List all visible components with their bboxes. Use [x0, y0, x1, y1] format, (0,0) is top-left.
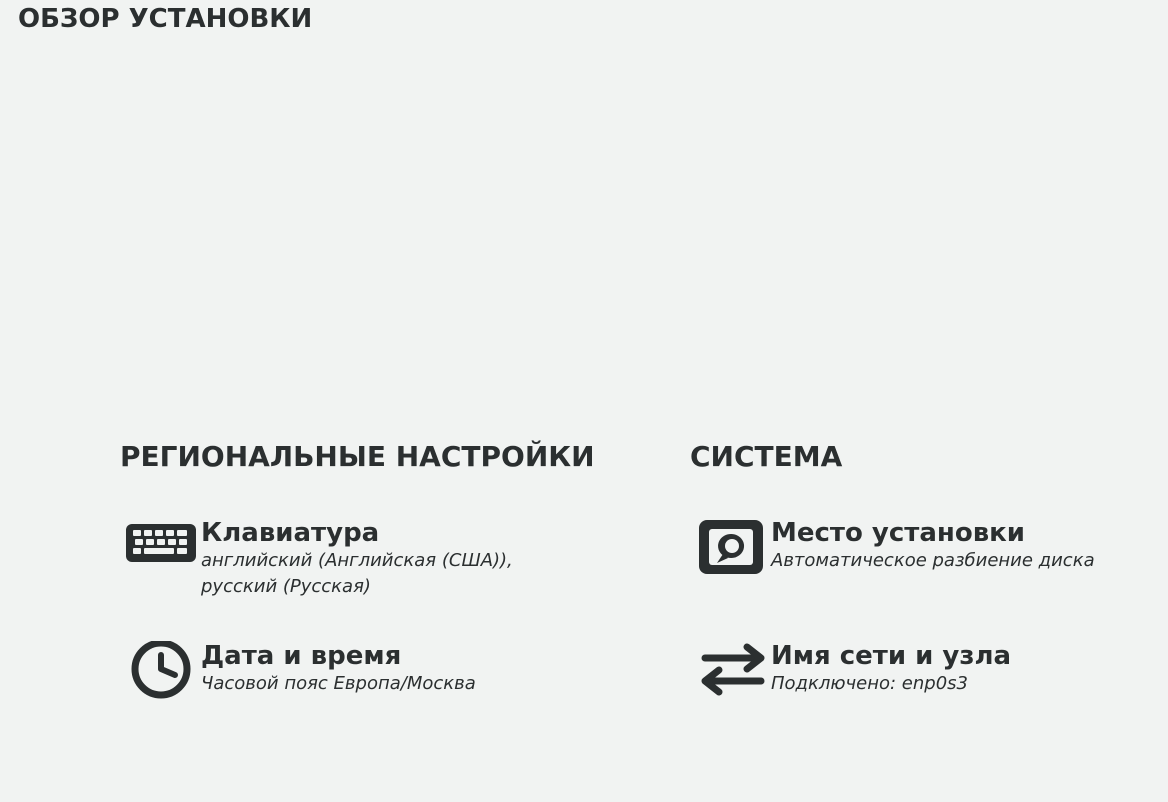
clock-icon — [125, 641, 201, 701]
spoke-status: английский (Английская (США)), русский (… — [201, 550, 513, 597]
keyboard-icon — [125, 518, 201, 578]
spoke-title: Клавиатура — [201, 518, 380, 548]
page-title: ОБЗОР УСТАНОВКИ — [18, 4, 313, 34]
spoke-title: Место установки — [771, 518, 1026, 548]
spoke-datetime[interactable]: Дата и время Часовой пояс Европа/Москва — [125, 641, 551, 701]
spoke-status: Подключено: enp0s3 — [771, 673, 968, 694]
category-title-system: СИСТЕМА — [690, 440, 843, 473]
category-title-regional: РЕГИОНАЛЬНЫЕ НАСТРОЙКИ — [120, 440, 595, 473]
spoke-status: Автоматическое разбиение диска — [771, 550, 1095, 571]
spoke-network[interactable]: Имя сети и узла Подключено: enp0s3 — [695, 641, 1121, 701]
network-arrows-icon — [695, 641, 771, 701]
hard-disk-icon — [695, 518, 771, 578]
spoke-keyboard[interactable]: Клавиатура английский (Английская (США))… — [125, 518, 551, 600]
spoke-title: Дата и время — [201, 641, 402, 671]
spoke-storage[interactable]: Место установки Автоматическое разбиение… — [695, 518, 1121, 578]
spoke-status: Часовой пояс Европа/Москва — [201, 673, 476, 694]
spoke-title: Имя сети и узла — [771, 641, 1012, 671]
